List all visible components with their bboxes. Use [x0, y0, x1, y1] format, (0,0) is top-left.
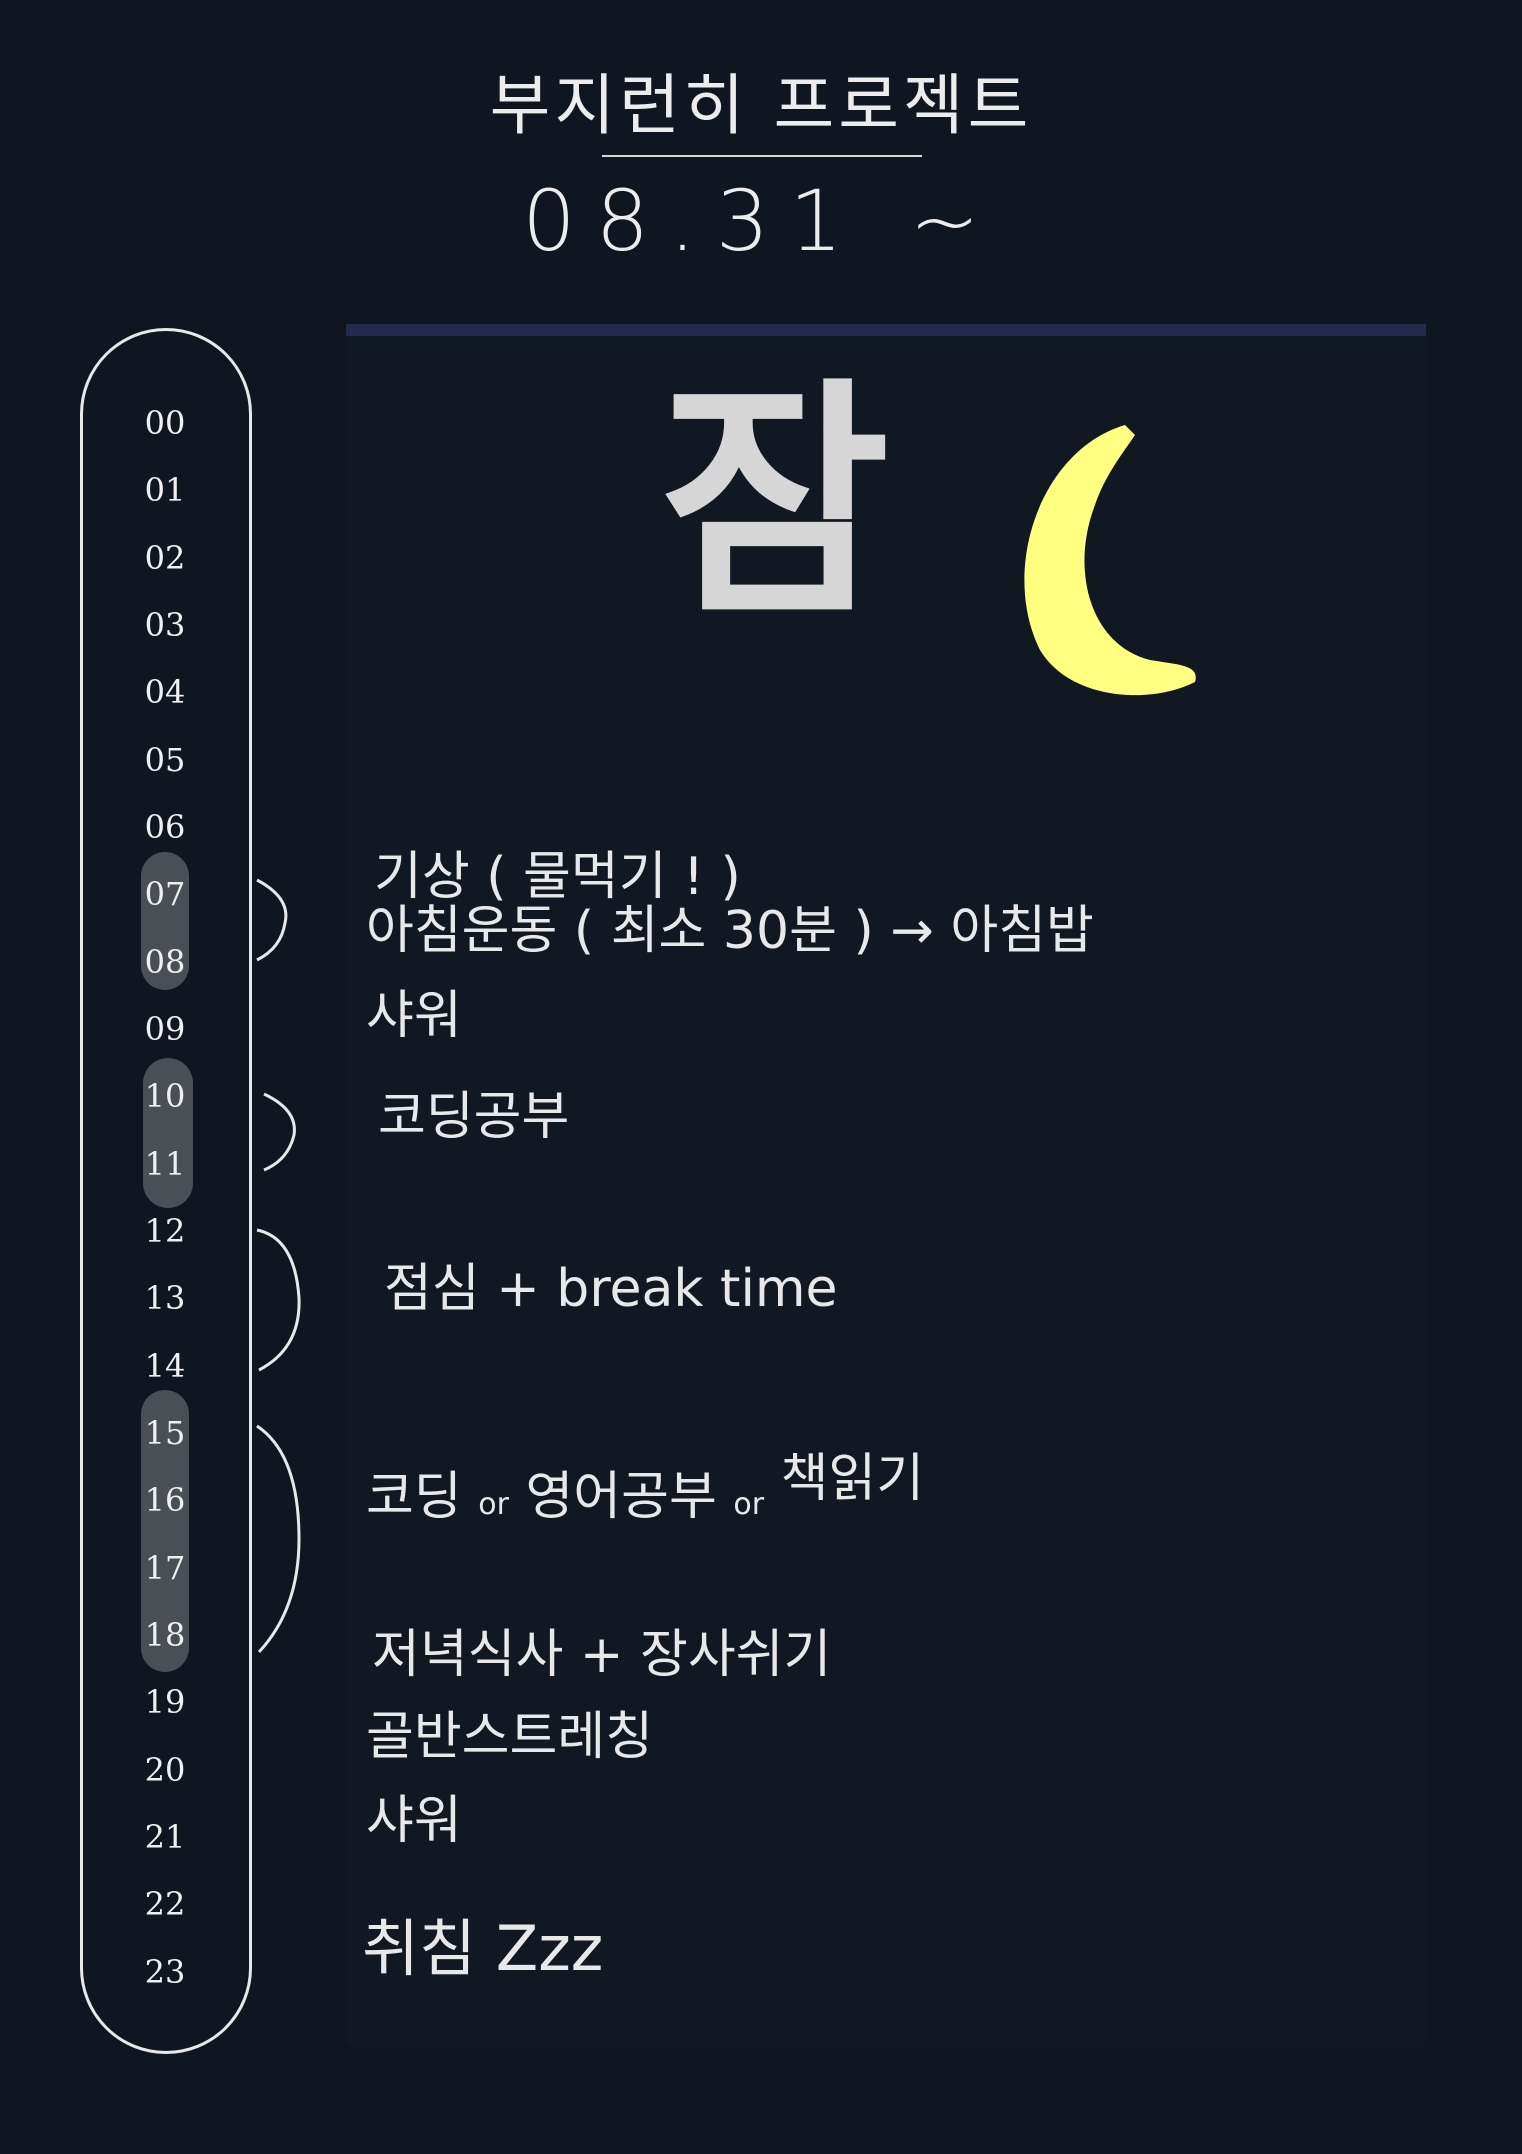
- entry-afternoon: 코딩 or 영어공부 or 책읽기: [366, 1449, 924, 1528]
- hour-label: 09: [144, 1010, 186, 1048]
- brace-15-18: [256, 1424, 301, 1654]
- hour-label: 08: [144, 943, 186, 981]
- page-title: 부지런히 프로젝트: [489, 67, 1033, 144]
- brace-12-14: [256, 1228, 301, 1372]
- or-connector: or: [478, 1487, 509, 1522]
- hour-label: 11: [144, 1145, 186, 1183]
- hour-label: 12: [144, 1212, 186, 1250]
- hour-label: 20: [144, 1751, 186, 1789]
- sleep-heading: 잠: [660, 357, 890, 648]
- hour-label: 18: [144, 1616, 186, 1654]
- start-date: 08.31 ~: [522, 172, 1000, 270]
- hour-timeline: [80, 328, 252, 2054]
- hour-label: 03: [144, 606, 186, 644]
- entry-bedtime: 취침 Zzz: [362, 1912, 604, 1985]
- hour-label: 19: [144, 1683, 186, 1721]
- hour-label: 13: [144, 1279, 186, 1317]
- entry-shower-evening: 샤워: [366, 1791, 462, 1851]
- hour-label: 16: [144, 1481, 186, 1519]
- entry-dinner: 저녁식사 + 장사쉬기: [372, 1625, 832, 1685]
- hour-label: 01: [144, 471, 186, 509]
- hour-label: 14: [144, 1347, 186, 1385]
- hour-label: 23: [144, 1953, 186, 1991]
- entry-lunch: 점심 + break time: [384, 1259, 838, 1319]
- hour-label: 15: [144, 1414, 186, 1452]
- hour-label: 06: [144, 808, 186, 846]
- hour-label: 21: [144, 1818, 186, 1856]
- entry-stretch: 골반스트레칭: [366, 1707, 654, 1767]
- hour-label: 05: [144, 741, 186, 779]
- brace-07-08: [256, 878, 288, 962]
- hour-label: 07: [144, 875, 186, 913]
- afternoon-reading: 책읽기: [780, 1449, 925, 1509]
- or-connector: or: [733, 1487, 765, 1522]
- moon-icon: [1000, 420, 1210, 714]
- afternoon-coding: 코딩: [366, 1467, 462, 1527]
- hour-label: 17: [144, 1549, 186, 1587]
- title-underline: [602, 155, 922, 157]
- entry-coding-study: 코딩공부: [378, 1087, 570, 1147]
- hour-label: 10: [144, 1077, 186, 1115]
- hour-label: 02: [144, 539, 186, 577]
- entry-exercise: 아침운동 ( 최소 30분 ) → 아침밥: [366, 901, 1094, 961]
- hour-label: 04: [144, 673, 186, 711]
- card-top-bar: [346, 324, 1426, 336]
- hour-label: 00: [144, 404, 186, 442]
- entry-shower-morning: 샤워: [366, 986, 462, 1046]
- afternoon-english: 영어공부: [525, 1467, 717, 1527]
- hour-label: 22: [144, 1885, 186, 1923]
- brace-10-11: [263, 1092, 296, 1172]
